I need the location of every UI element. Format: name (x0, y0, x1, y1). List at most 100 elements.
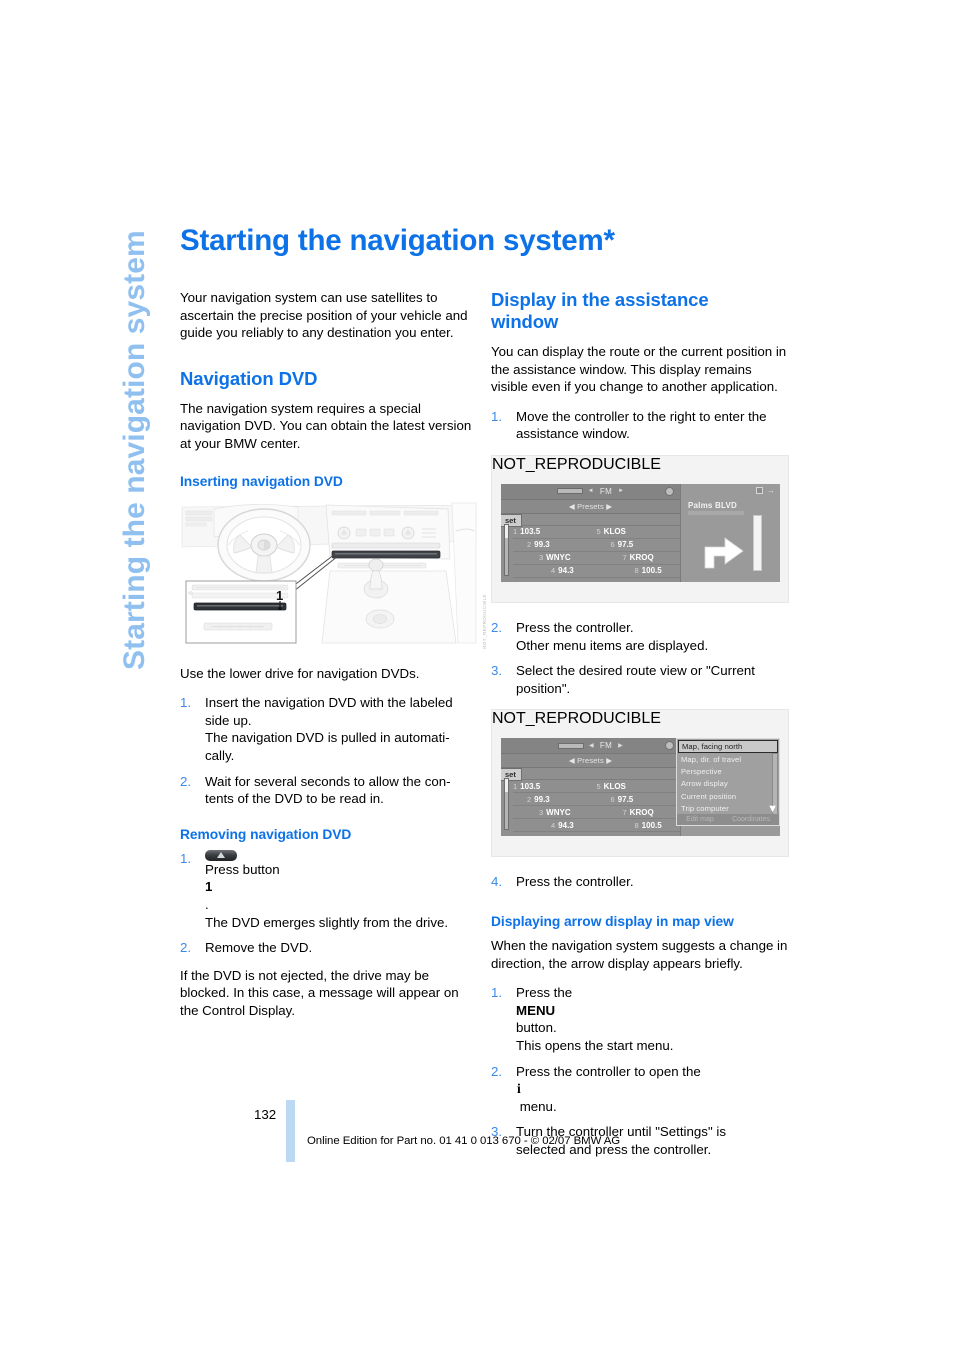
step-line: Remove the DVD. (205, 940, 313, 956)
menu-item-selected[interactable]: Map, facing north (678, 740, 778, 754)
step-line: Other menu items are displayed. (516, 637, 709, 653)
inserting-steps: 1. Insert the navigation DVD with the la… (180, 694, 478, 808)
chevron-down-icon[interactable]: ▼ (767, 804, 778, 815)
presets-label-row: ◀ Presets ▶ (501, 499, 680, 514)
step-line: assistance window. (516, 426, 630, 442)
list-item: 1. Press the MENU button. This opens the… (491, 984, 789, 1054)
step-line: Move the controller to the right to ente… (516, 408, 767, 424)
preset-cell[interactable]: 8 100.5 (597, 821, 681, 830)
heading-line-2: window (491, 311, 559, 332)
left-arrow-icon: ◀ (568, 501, 578, 511)
preset-value: WNYC (546, 553, 571, 563)
right-arrow-icon: ► (618, 488, 625, 495)
turn-right-arrow-icon (704, 537, 744, 569)
presets-label: Presets (577, 756, 604, 766)
preset-number: 6 (610, 794, 615, 804)
set-row: set (501, 513, 680, 527)
preset-cell[interactable]: 1 103.5 (513, 527, 597, 536)
table-row: 1 103.5 5 KLOS (513, 526, 680, 539)
preset-value: WNYC (546, 807, 571, 817)
info-icon: i (517, 1081, 521, 1097)
figure-credit: NOT_REPRODUCIBLE (492, 710, 661, 728)
scrollbar-thumb[interactable] (505, 524, 508, 538)
step-line: cally. (205, 747, 235, 763)
list-item: 2. Remove the DVD. (180, 939, 478, 957)
list-item: 2. Wait for several seconds to allow the… (180, 773, 478, 808)
presets-label-row: ◀ Presets ▶ (501, 754, 680, 769)
preset-cell[interactable]: 2 99.3 (513, 540, 597, 549)
preset-value: 94.3 (558, 566, 574, 576)
removing-steps: 1. Press button 1. The DVD emerges sligh… (180, 849, 478, 957)
menu-item[interactable]: Map, dir. of travel (677, 753, 779, 765)
menu-item[interactable]: Trip computer (677, 802, 779, 814)
menu-item[interactable]: Current position (677, 790, 779, 802)
car-interior-illustration: 1 (180, 500, 478, 646)
menu-footer-left[interactable]: Edit map (686, 816, 714, 823)
step-text: Press button 1. The DVD emerges slightly… (205, 849, 478, 931)
list-item: 2. Press the controller. Other menu item… (491, 619, 789, 654)
menu-item[interactable]: Arrow display (677, 778, 779, 790)
svg-text:1: 1 (276, 588, 283, 603)
arrow-display-steps: 1. Press the MENU button. This opens the… (491, 984, 789, 1158)
preset-cell[interactable]: 2 99.3 (513, 795, 597, 804)
preset-cell[interactable]: 3 WNYC (513, 808, 597, 817)
preset-cell[interactable]: 6 97.5 (597, 540, 681, 549)
street-name: Palms BLVD (688, 500, 737, 510)
preset-value: 100.5 (641, 820, 662, 830)
navigation-dvd-body: The navigation system requires a special… (180, 400, 472, 451)
preset-cell[interactable]: 1 103.5 (513, 782, 597, 791)
table-row: 2 99.3 6 97.5 (513, 539, 680, 552)
step-text: Insert the navigation DVD with the label… (205, 694, 478, 764)
footer-text: Online Edition for Part no. 01 41 0 013 … (307, 1135, 621, 1147)
preset-number: 5 (596, 781, 601, 791)
assistance-steps-2: 2. Press the controller. Other menu item… (491, 619, 789, 697)
status-circle-icon (665, 741, 674, 751)
control-display-screen: ◀ FM ▶ ◀ Presets ▶ set 1 103.5 5 KLOS 2 … (501, 738, 780, 837)
left-arrow-icon: ◀ (568, 756, 578, 766)
control-display-screen: ◄ FM ► ◀ Presets ▶ set 1 103.5 5 KLOS 2 … (501, 483, 780, 582)
preset-number: 1 (513, 527, 518, 537)
figure-credit: NOT_REPRODUCIBLE (482, 593, 487, 649)
preset-number: 5 (596, 527, 601, 537)
scrollbar-thumb[interactable] (505, 779, 508, 793)
page-number: 132 (254, 1107, 277, 1122)
presets-list: 1 103.5 5 KLOS 2 99.3 6 97.5 3 WNYC 7 KROQ 4 (501, 780, 681, 833)
radio-header: ◄ FM ► (501, 483, 680, 500)
preset-number: 3 (539, 553, 544, 563)
table-row: 4 94.3 8 100.5 (513, 565, 680, 578)
step-number: 1. (180, 850, 192, 866)
preset-cell[interactable]: 7 KROQ (597, 808, 681, 817)
left-column: Your navigation system can use satellite… (180, 289, 487, 1019)
preset-number: 2 (527, 540, 532, 550)
set-row: set (501, 768, 680, 782)
scrollbar[interactable] (504, 778, 509, 831)
preset-cell[interactable]: 5 KLOS (597, 782, 681, 791)
figure-credit: NOT_REPRODUCIBLE (492, 455, 661, 473)
right-arrow-icon: ▶ (603, 756, 613, 766)
list-item: 1. Press button 1. The DVD emerges sligh… (180, 849, 478, 931)
preset-cell[interactable]: 8 100.5 (597, 566, 681, 575)
menu-footer-right[interactable]: Coordinates (732, 816, 770, 823)
preset-number: 2 (527, 794, 532, 804)
presets-label: Presets (577, 501, 604, 511)
heading-navigation-dvd: Navigation DVD (180, 367, 318, 389)
heading-displaying-arrow-display: Displaying arrow display in map view (491, 913, 734, 929)
preset-value: 94.3 (558, 820, 574, 830)
preset-cell[interactable]: 3 WNYC (513, 553, 597, 562)
step-line: Select the desired route view or "Curren… (516, 663, 756, 679)
step-number: 2. (491, 1063, 503, 1079)
eject-button-icon (205, 849, 237, 861)
menu-item[interactable]: Perspective (677, 766, 779, 778)
distance-bar (753, 514, 762, 571)
step-number: 1. (180, 695, 192, 711)
preset-cell[interactable]: 4 94.3 (513, 566, 597, 575)
scrollbar[interactable] (504, 523, 509, 576)
step-line: Press the controller. (516, 619, 634, 635)
preset-cell[interactable]: 7 KROQ (597, 553, 681, 562)
preset-cell[interactable]: 6 97.5 (597, 795, 681, 804)
preset-cell[interactable]: 4 94.3 (513, 821, 597, 830)
preset-cell[interactable]: 5 KLOS (597, 527, 681, 536)
step-line: This opens the start menu. (516, 1037, 674, 1053)
manual-page: Starting the navigation system Starting … (0, 0, 954, 1351)
removing-note: If the DVD is not ejected, the drive may… (180, 967, 459, 1018)
